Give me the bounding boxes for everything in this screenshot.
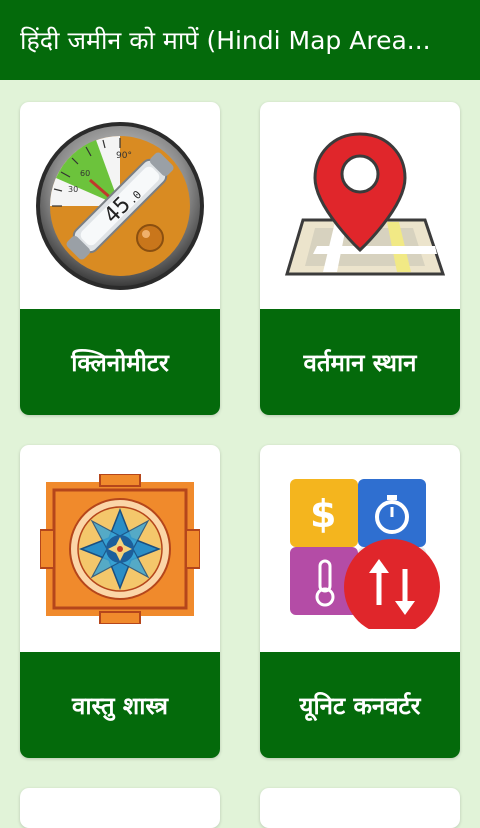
card-partial-left[interactable] [20,788,220,828]
location-pin-map-icon [260,102,460,309]
card-unit-converter[interactable]: $ यूनिट कनवर्टर [260,445,460,758]
svg-text:$: $ [310,492,336,536]
unit-converter-icon: $ [260,445,460,652]
vastu-yantra-icon [20,445,220,652]
card-label: क्लिनोमीटर [71,348,169,377]
card-label-bar: यूनिट कनवर्टर [260,652,460,758]
card-label-bar: क्लिनोमीटर [20,309,220,415]
app-title: हिंदी जमीन को मापें (Hindi Map Area... [20,26,431,55]
card-clinometer[interactable]: 90° 30 60 45 .0 क्लिनोमीटर [20,102,220,415]
card-label: वास्तु शास्त्र [71,691,169,720]
card-label: वर्तमान स्थान [303,348,417,377]
app-bar: हिंदी जमीन को मापें (Hindi Map Area... [0,0,480,80]
card-vastu-shastra[interactable]: वास्तु शास्त्र [20,445,220,758]
card-partial-right[interactable] [260,788,460,828]
card-label: यूनिट कनवर्टर [299,691,421,720]
clinometer-top-scale: 90° [116,151,132,161]
card-label-bar: वर्तमान स्थान [260,309,460,415]
clinometer-icon: 90° 30 60 45 .0 [20,102,220,309]
clinometer-scale-a: 30 [68,185,78,194]
clinometer-scale-b: 60 [80,169,90,178]
card-label-bar: वास्तु शास्त्र [20,652,220,758]
card-current-location[interactable]: वर्तमान स्थान [260,102,460,415]
